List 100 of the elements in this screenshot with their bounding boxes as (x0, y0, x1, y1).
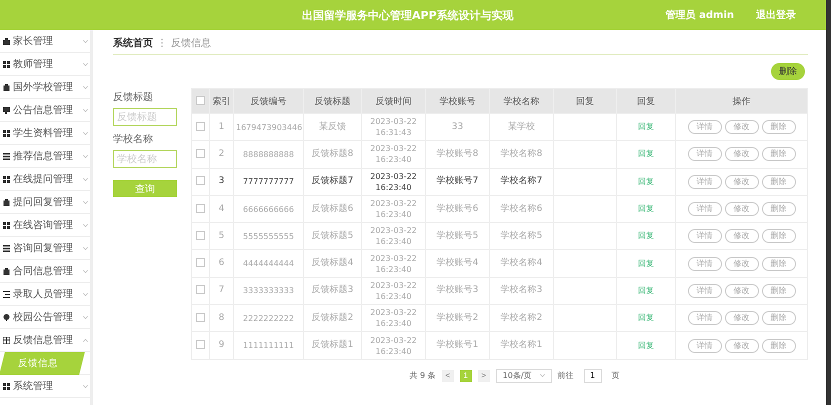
page-input[interactable]: 1 (584, 368, 602, 383)
reply-link[interactable]: 回复 (638, 204, 654, 214)
checkbox[interactable] (196, 148, 205, 158)
table-cell: 2023-03-22 16:23:40 (362, 304, 426, 332)
action-button[interactable]: 删除 (762, 256, 796, 271)
page-size-select[interactable]: 10条/页 (496, 368, 552, 383)
page-button[interactable]: 1 (460, 370, 472, 382)
bag-icon (3, 84, 10, 90)
table-cell: 反馈标题8 (304, 140, 362, 168)
breadcrumb-link[interactable]: 系统首页 (113, 36, 153, 50)
table-cell: 3333333333 (234, 277, 304, 305)
action-button[interactable]: 删除 (762, 284, 796, 298)
action-button[interactable]: 修改 (724, 229, 758, 244)
action-button[interactable]: 详情 (688, 147, 722, 162)
table-cell: 学校账号6 (426, 195, 490, 223)
checkbox[interactable] (196, 312, 205, 322)
column-header: 操作 (676, 88, 808, 114)
user-label: 管理员 admin (666, 8, 734, 22)
reply-link[interactable]: 回复 (638, 176, 654, 186)
sidebar-item[interactable]: 录取人员管理 (0, 283, 90, 306)
goto-label: 前往 (558, 370, 574, 382)
checkbox[interactable] (196, 122, 205, 131)
action-button[interactable]: 修改 (724, 284, 758, 298)
table-cell: 33 (426, 114, 490, 141)
sidebar-item[interactable]: 合同信息管理 (0, 260, 90, 283)
list-icon (3, 152, 10, 160)
delete-button[interactable]: 删除 (771, 63, 805, 80)
checkbox[interactable] (196, 285, 205, 294)
action-button[interactable]: 修改 (724, 174, 758, 189)
action-button[interactable]: 详情 (688, 120, 722, 134)
table-cell: 学校账号8 (426, 140, 490, 168)
sidebar-item[interactable]: 公告信息管理 (0, 99, 90, 122)
sidebar-item[interactable]: 校园公告管理 (0, 306, 90, 329)
checkbox[interactable] (196, 230, 205, 240)
sidebar-item[interactable]: 家长管理 (0, 30, 90, 53)
checkbox[interactable] (196, 176, 205, 186)
action-button[interactable]: 详情 (688, 229, 722, 244)
next-page-button[interactable]: > (478, 370, 490, 382)
table-cell: 1111111111 (234, 332, 304, 360)
table-cell: 学校账号4 (426, 250, 490, 278)
checkbox[interactable] (196, 340, 205, 350)
column-header: 学校名称 (490, 88, 554, 114)
checkbox[interactable] (196, 204, 205, 213)
reply-link[interactable]: 回复 (638, 122, 654, 132)
action-button[interactable]: 修改 (724, 120, 758, 134)
total-count: 共 9 条 (409, 370, 436, 382)
sidebar-item[interactable]: 反馈信息管理 (0, 329, 90, 352)
sidebar-item[interactable]: 系统管理 (0, 375, 90, 398)
grid-icon (3, 60, 10, 68)
action-button[interactable]: 删除 (762, 338, 796, 353)
breadcrumb-separator: ⋮ (157, 38, 167, 48)
table-cell: 2023-03-22 16:23:40 (362, 277, 426, 305)
search-button[interactable]: 查询 (113, 180, 177, 197)
page-title: 出国留学服务中心管理APP系统设计与实现 (301, 8, 515, 22)
action-button[interactable]: 删除 (762, 174, 796, 189)
action-button[interactable]: 详情 (688, 202, 722, 216)
reply-link[interactable]: 回复 (638, 258, 654, 268)
table-cell: 2023-03-22 16:23:40 (362, 195, 426, 223)
sidebar-item[interactable]: 推荐信息管理 (0, 145, 90, 168)
reply-link[interactable]: 回复 (638, 340, 654, 350)
table-cell: 6 (210, 250, 234, 278)
column-header: 反馈编号 (234, 88, 304, 114)
sidebar-item[interactable]: 在线咨询管理 (0, 214, 90, 237)
column-header: 回复 (554, 88, 616, 114)
sidebar-item[interactable]: 学生资料管理 (0, 122, 90, 145)
table-cell: 2023-03-22 16:23:40 (362, 140, 426, 168)
table-cell: 学校名称8 (490, 140, 554, 168)
reply-link[interactable]: 回复 (638, 313, 654, 322)
logout-link[interactable]: 退出登录 (756, 8, 796, 22)
action-button[interactable]: 详情 (688, 338, 722, 353)
sidebar-item[interactable]: 国外学校管理 (0, 76, 90, 99)
table-cell: 学校名称6 (490, 195, 554, 223)
sidebar-item[interactable]: 提问回复管理 (0, 191, 90, 214)
action-button[interactable]: 删除 (762, 311, 796, 326)
table-cell: 8 (210, 304, 234, 332)
action-button[interactable]: 修改 (724, 147, 758, 162)
sidebar-item[interactable]: 教师管理 (0, 53, 90, 76)
reply-link[interactable]: 回复 (638, 231, 654, 240)
table-cell: 2023-03-22 16:23:40 (362, 222, 426, 250)
reply-link[interactable]: 回复 (638, 149, 654, 158)
checkbox[interactable] (196, 258, 205, 268)
action-button[interactable]: 修改 (724, 338, 758, 353)
sidebar-item[interactable]: 咨询回复管理 (0, 237, 90, 260)
action-button[interactable]: 删除 (762, 202, 796, 216)
action-button[interactable]: 详情 (688, 256, 722, 271)
action-button[interactable]: 修改 (724, 202, 758, 216)
sidebar-item[interactable]: 在线提问管理 (0, 168, 90, 191)
action-button[interactable]: 详情 (688, 284, 722, 298)
action-button[interactable]: 删除 (762, 120, 796, 134)
action-button[interactable]: 修改 (724, 256, 758, 271)
checkbox[interactable] (196, 96, 205, 106)
sidebar-subitem[interactable]: 反馈信息 (2, 352, 82, 374)
action-button[interactable]: 删除 (762, 147, 796, 162)
action-button[interactable]: 详情 (688, 174, 722, 189)
table-cell: 2023-03-22 16:23:40 (362, 332, 426, 360)
reply-link[interactable]: 回复 (638, 286, 654, 295)
prev-page-button[interactable]: < (442, 370, 454, 382)
action-button[interactable]: 详情 (688, 311, 722, 326)
action-button[interactable]: 修改 (724, 311, 758, 326)
action-button[interactable]: 删除 (762, 229, 796, 244)
